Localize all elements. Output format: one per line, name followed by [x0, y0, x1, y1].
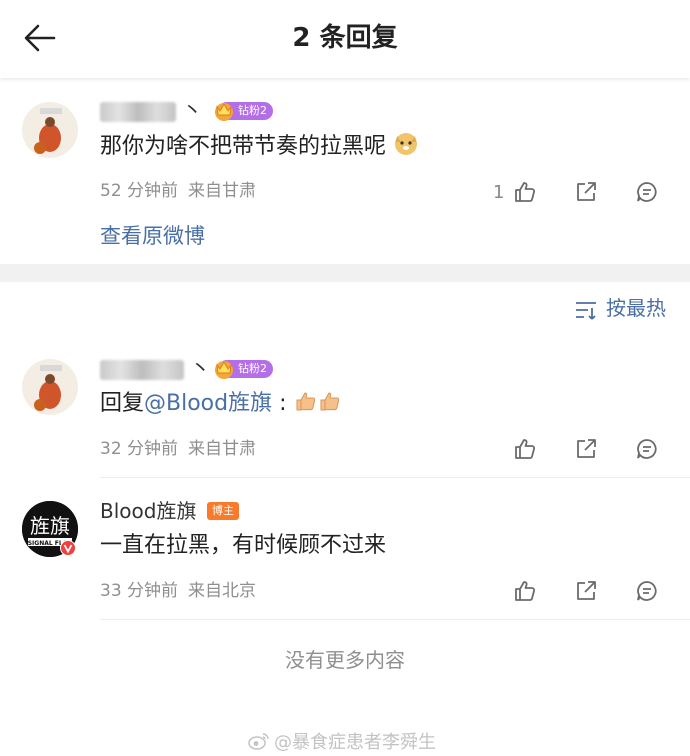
host-badge: 博主 [207, 502, 239, 520]
doge-emoji-icon [395, 133, 418, 155]
username[interactable]: 丶 [100, 96, 202, 124]
username[interactable]: 丶 [100, 354, 210, 382]
comment-icon[interactable] [635, 437, 659, 461]
share-icon[interactable] [574, 579, 598, 603]
avatar[interactable] [22, 359, 78, 415]
thumbs-up-emoji-icon [320, 392, 339, 411]
thumbs-up-emoji-icon [296, 392, 315, 411]
watermark: @暴食症患者李舜生 [248, 728, 436, 754]
mention-link[interactable]: @Blood旌旗 [144, 391, 272, 416]
view-original-link[interactable]: 查看原微博 [100, 221, 205, 251]
crown-icon [215, 360, 233, 379]
comment-text: 那你为啥不把带节奏的拉黑呢 [100, 130, 419, 163]
verified-icon [60, 540, 76, 556]
weibo-logo-icon [248, 733, 269, 750]
reply-meta: 33 分钟前 来自北京 [100, 581, 257, 601]
avatar[interactable] [22, 102, 78, 158]
like-icon[interactable] [513, 579, 537, 603]
reply-meta: 32 分钟前 来自甘肃 [100, 439, 257, 459]
username[interactable]: Blood旌旗 [100, 497, 196, 525]
like-icon[interactable] [513, 437, 537, 461]
top-bar: 2 条回复 [0, 0, 690, 78]
reply-text: 一直在拉黑，有时候顾不过来 [100, 533, 387, 558]
sort-icon [576, 301, 596, 320]
crown-icon [215, 102, 233, 121]
divider [100, 619, 690, 620]
like-icon[interactable] [513, 180, 537, 204]
comment-icon[interactable] [635, 180, 659, 204]
page-title: 2 条回复 [292, 23, 398, 53]
share-icon[interactable] [574, 437, 598, 461]
no-more-content: 没有更多内容 [285, 648, 405, 672]
divider [100, 477, 690, 478]
comment-icon[interactable] [635, 579, 659, 603]
reply-text: 回复@Blood旌旗 : [100, 388, 342, 420]
fan-badge: 钻粉2 [215, 360, 273, 379]
fan-badge: 钻粉2 [215, 102, 273, 121]
svg-text:旌旗: 旌旗 [30, 514, 70, 538]
like-count: 1 [493, 182, 505, 203]
sort-button[interactable]: 按最热 [574, 294, 666, 322]
share-icon[interactable] [574, 180, 598, 204]
section-divider [0, 264, 690, 282]
comment-meta: 52 分钟前 来自甘肃 [100, 181, 257, 201]
